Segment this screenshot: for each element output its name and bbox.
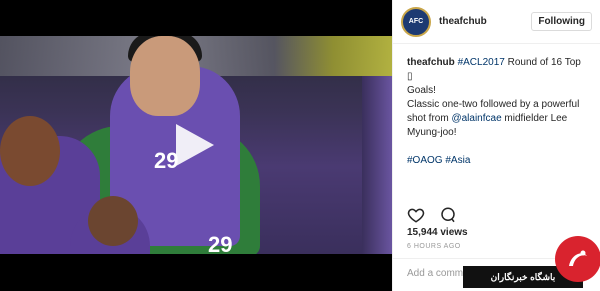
caption-line-tags: #OAOG #Asia [407, 154, 586, 168]
video-player[interactable]: 29 29 [0, 0, 392, 291]
caption-line-2: Goals! [407, 85, 436, 96]
jersey-number: 29 [154, 148, 179, 173]
username[interactable]: theafchub [439, 16, 487, 27]
watermark-emblem-icon [555, 236, 600, 282]
post-actions [407, 206, 457, 224]
jersey-number: 29 [208, 232, 233, 254]
post-header: AFC theafchub Following [393, 0, 600, 44]
view-count[interactable]: 15,944 views [407, 227, 468, 238]
avatar-label: AFC [408, 18, 424, 25]
hashtag-asia[interactable]: #Asia [445, 155, 470, 166]
following-button[interactable]: Following [531, 12, 592, 31]
avatar[interactable]: AFC [401, 6, 431, 37]
caption-line-1: theafchub #ACL2017 Round of 16 Top ▯ [407, 56, 586, 84]
player-head [130, 36, 200, 116]
hashtag-acl2017[interactable]: #ACL2017 [458, 57, 505, 68]
comment-icon[interactable] [439, 206, 457, 224]
post-timestamp: 6 HOURS AGO [407, 243, 461, 250]
post-caption: theafchub #ACL2017 Round of 16 Top ▯ Goa… [393, 44, 600, 168]
caption-text: shot from [407, 113, 452, 124]
background-player [362, 76, 392, 254]
hashtag-oaog[interactable]: #OAOG [407, 155, 443, 166]
watermark-logo: باشگاه خبرنگاران [463, 236, 600, 291]
mention-alainfcae[interactable]: @alainfcae [451, 113, 501, 124]
comment-input[interactable]: Add a comme [407, 268, 469, 279]
player-head-bottom [88, 196, 138, 246]
caption-line-4: shot from @alainfcae midfielder Lee [407, 112, 586, 126]
caption-text: midfielder Lee [501, 113, 568, 124]
play-icon[interactable] [176, 124, 214, 166]
caption-line-3: Classic one-two followed by a powerful [407, 99, 580, 110]
player-head-left [0, 116, 60, 186]
caption-author[interactable]: theafchub [407, 57, 455, 68]
heart-icon[interactable] [407, 206, 425, 224]
caption-line-5: Myung-joo! [407, 127, 457, 138]
